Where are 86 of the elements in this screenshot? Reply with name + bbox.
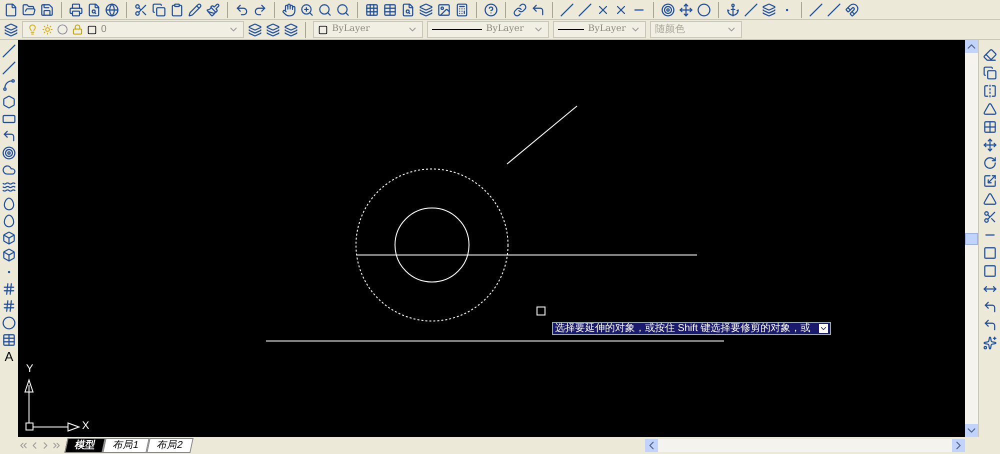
copy-icon[interactable]: [982, 66, 996, 80]
paintbrush-icon[interactable]: [206, 2, 220, 16]
clipboard-icon[interactable]: [170, 2, 184, 16]
hatch-icon[interactable]: [2, 282, 16, 296]
layout-tab[interactable]: 布局2: [146, 438, 193, 453]
color-swatch-icon: [318, 24, 328, 34]
line-icon[interactable]: [2, 44, 16, 58]
lineweight-value: ByLayer: [588, 22, 626, 36]
drawing-canvas[interactable]: Y X 选择要延伸的对象，或按住 Shift 键选择要修剪的对象，或: [18, 40, 965, 437]
plot-style-value: 随颜色: [655, 22, 685, 37]
text-tool[interactable]: A: [4, 350, 14, 364]
layout-tab[interactable]: 布局1: [102, 438, 150, 453]
y-axis-label: Y: [26, 363, 34, 375]
line-icon[interactable]: [578, 2, 592, 16]
circle-icon: [57, 24, 68, 35]
magnet-icon[interactable]: [845, 2, 859, 16]
calculator-icon[interactable]: [455, 2, 469, 16]
scrollbar-thumb[interactable]: [965, 232, 978, 244]
search-icon[interactable]: [336, 2, 350, 16]
redo-icon[interactable]: [253, 2, 267, 16]
mirror-icon[interactable]: [982, 84, 996, 98]
globe-icon[interactable]: [105, 2, 119, 16]
eraser-icon[interactable]: [982, 48, 996, 62]
layers-icon[interactable]: [4, 22, 18, 36]
scroll-right-icon[interactable]: [952, 439, 965, 452]
tooltip-text: 选择要延伸的对象，或按住 Shift 键选择要修剪的对象，或: [555, 323, 811, 334]
block-icon[interactable]: [2, 248, 16, 262]
rotate-icon[interactable]: [982, 156, 996, 170]
hand-icon[interactable]: [282, 2, 296, 16]
circle-icon[interactable]: [2, 146, 16, 160]
chain-icon[interactable]: [513, 2, 527, 16]
line-icon[interactable]: [560, 2, 574, 16]
color-value: ByLayer: [332, 22, 370, 36]
array-icon[interactable]: [982, 120, 996, 134]
printer-icon[interactable]: [69, 2, 83, 16]
zoom-icon[interactable]: [300, 2, 314, 16]
folder-icon[interactable]: [22, 2, 36, 16]
target-icon[interactable]: [661, 2, 675, 16]
ucs-axis-icon: [24, 378, 80, 432]
rectangle-icon[interactable]: [2, 112, 16, 126]
save-icon[interactable]: [40, 2, 54, 16]
scroll-down-icon[interactable]: [965, 424, 978, 437]
sun-icon: [42, 24, 53, 35]
lock-icon: [72, 24, 83, 35]
line: [506, 106, 578, 164]
table-icon[interactable]: [2, 333, 16, 347]
polyline-icon[interactable]: [2, 78, 16, 92]
file-icon[interactable]: [4, 2, 18, 16]
move-icon[interactable]: [982, 138, 996, 152]
polygon-icon[interactable]: [2, 95, 16, 109]
layers-icon[interactable]: [762, 2, 776, 16]
scissors-icon[interactable]: [134, 2, 148, 16]
line-sample: [432, 29, 482, 30]
circle-icon[interactable]: [697, 2, 711, 16]
move-icon[interactable]: [679, 2, 693, 16]
vertical-scrollbar[interactable]: [965, 40, 978, 437]
lightbulb-icon: [27, 24, 38, 35]
scroll-up-icon[interactable]: [965, 40, 978, 53]
linetype-value: ByLayer: [486, 22, 524, 36]
line-sample: [558, 29, 584, 30]
image-icon[interactable]: [437, 2, 451, 16]
grid-icon[interactable]: [365, 2, 379, 16]
color-swatch-icon: [87, 24, 97, 34]
pickbox: [536, 306, 546, 316]
scroll-left-icon[interactable]: [645, 439, 658, 452]
undo-icon[interactable]: [235, 2, 249, 16]
trim-icon[interactable]: [982, 210, 996, 224]
layers-icon[interactable]: [266, 22, 280, 36]
pencil-icon[interactable]: [188, 2, 202, 16]
layers-icon[interactable]: [419, 2, 433, 16]
scale-icon[interactable]: [982, 174, 996, 188]
help-icon[interactable]: [484, 2, 498, 16]
cloud-icon[interactable]: [2, 163, 16, 177]
copy-icon[interactable]: [152, 2, 166, 16]
layers-icon[interactable]: [284, 22, 298, 36]
table-icon[interactable]: [383, 2, 397, 16]
x-axis-label: X: [82, 420, 90, 432]
expand-icon[interactable]: [818, 324, 828, 333]
block-icon[interactable]: [2, 231, 16, 245]
search-icon[interactable]: [318, 2, 332, 16]
preview-icon[interactable]: [87, 2, 101, 16]
layout-tab[interactable]: 模型: [64, 438, 106, 453]
horizontal-scrollbar[interactable]: [645, 439, 965, 452]
layer-name: 0: [101, 23, 107, 37]
document-icon[interactable]: [401, 2, 415, 16]
layers-icon[interactable]: [248, 22, 262, 36]
